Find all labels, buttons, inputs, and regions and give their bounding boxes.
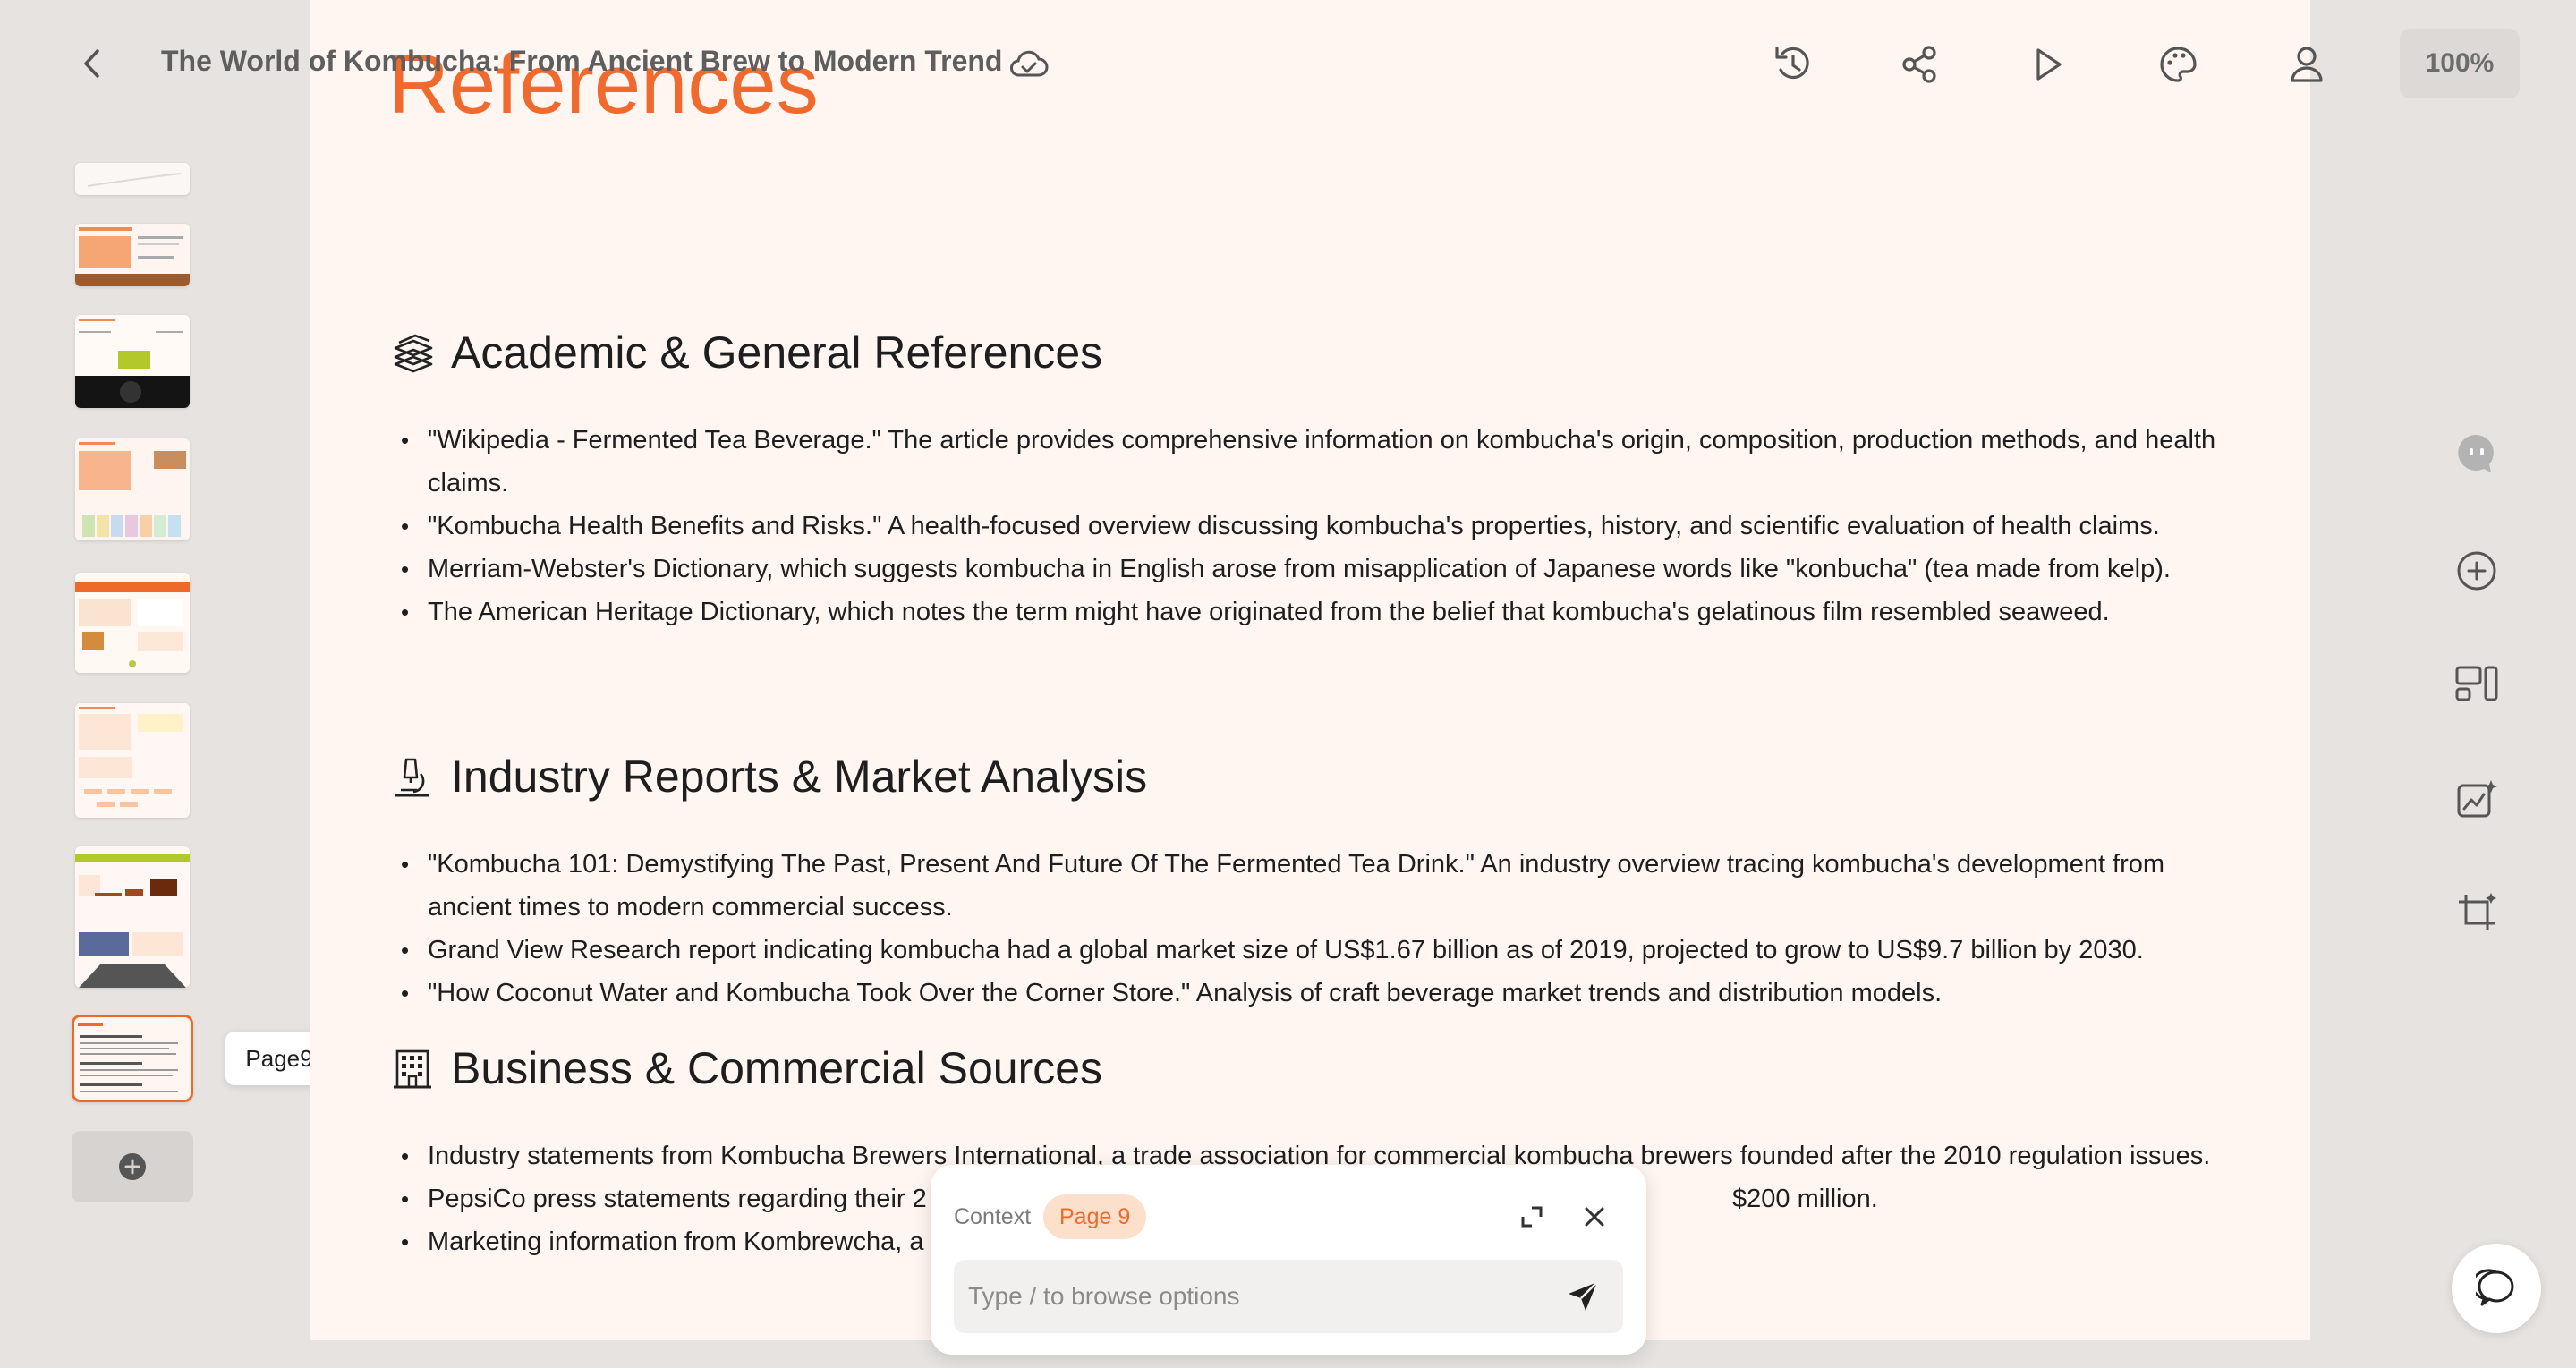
share-icon (1902, 46, 1936, 83)
back-button[interactable] (72, 43, 113, 84)
slide-thumbnail-page9[interactable] (72, 1015, 193, 1102)
section-heading: Industry Reports & Market Analysis (451, 752, 1148, 802)
slide-canvas[interactable]: References Academic & General References… (310, 0, 2310, 1340)
history-button[interactable] (1768, 39, 1818, 89)
document-title[interactable]: The World of Kombucha: From Ancient Brew… (161, 45, 1002, 78)
section-industry-reports[interactable]: Industry Reports & Market Analysis "Komb… (390, 750, 2251, 1015)
palette-icon (2160, 47, 2197, 82)
microscope-icon (390, 754, 435, 799)
context-page-chip[interactable]: Page 9 (1043, 1194, 1147, 1239)
section-academic-references[interactable]: Academic & General References "Wikipedia… (390, 326, 2251, 633)
reference-item: Merriam-Webster's Dictionary, which sugg… (390, 548, 2251, 591)
add-element-button[interactable] (2452, 546, 2502, 596)
slide-thumbnail-page4[interactable] (75, 315, 190, 408)
close-button[interactable] (1575, 1197, 1614, 1236)
reference-item: The American Heritage Dictionary, which … (390, 591, 2251, 633)
crop-button[interactable] (2452, 888, 2502, 938)
section-heading: Academic & General References (451, 327, 1103, 378)
plus-circle-icon (119, 1153, 146, 1180)
chat-input-wrapper (954, 1260, 1623, 1333)
user-icon (2291, 47, 2323, 82)
insert-chart-button[interactable] (2452, 775, 2502, 825)
context-chat-panel: Context Page 9 (931, 1165, 1646, 1355)
reference-item: "Kombucha Health Benefits and Risks." A … (390, 505, 2251, 548)
history-icon (1775, 47, 1809, 80)
send-icon (1569, 1281, 1598, 1311)
cloud-sync-icon[interactable] (1007, 45, 1050, 84)
slide-thumbnail-page8[interactable] (75, 846, 190, 988)
plus-circle-icon (2457, 551, 2496, 591)
expand-button[interactable] (1512, 1197, 1552, 1236)
theme-button[interactable] (2153, 39, 2203, 89)
reference-item: "How Coconut Water and Kombucha Took Ove… (390, 972, 2251, 1015)
reference-item: "Wikipedia - Fermented Tea Beverage." Th… (390, 419, 2251, 505)
chat-button[interactable] (2452, 1244, 2541, 1333)
chat-bubble-icon (2476, 1269, 2514, 1306)
reference-item: Grand View Research report indicating ko… (390, 929, 2251, 972)
slide-thumbnail-page6[interactable] (75, 573, 190, 673)
office-building-icon (390, 1046, 435, 1091)
ai-bot-icon (2458, 434, 2494, 472)
account-button[interactable] (2282, 39, 2332, 89)
play-button[interactable] (2022, 39, 2072, 89)
play-icon (2036, 48, 2062, 81)
context-label: Context (954, 1204, 1032, 1229)
chevron-left-icon (84, 49, 99, 78)
expand-icon (1521, 1206, 1543, 1228)
reference-item: "Kombucha 101: Demystifying The Past, Pr… (390, 843, 2251, 929)
section-heading: Business & Commercial Sources (451, 1043, 1103, 1093)
slide-thumbnail-page5[interactable] (75, 438, 190, 540)
slide-thumbnail-page2[interactable] (75, 163, 190, 195)
ai-assistant-button[interactable] (2452, 428, 2502, 478)
books-icon (390, 330, 435, 375)
slide-thumbnail-page7[interactable] (75, 703, 190, 818)
add-page-button[interactable] (72, 1131, 193, 1202)
chart-sparkle-icon (2457, 780, 2497, 818)
share-button[interactable] (1895, 39, 1945, 89)
crop-sparkle-icon (2459, 893, 2496, 930)
slide-thumbnail-page3[interactable] (75, 224, 190, 286)
send-button[interactable] (1562, 1276, 1603, 1317)
layout-button[interactable] (2452, 659, 2502, 709)
reference-item-tail: $200 million. (1732, 1185, 1878, 1213)
layout-icon (2455, 666, 2498, 701)
top-toolbar: The World of Kombucha: From Ancient Brew… (0, 0, 2576, 127)
close-icon (1585, 1207, 1604, 1227)
chat-input[interactable] (968, 1260, 1541, 1333)
reference-item-text: PepsiCo press statements regarding their… (428, 1185, 927, 1213)
zoom-level[interactable]: 100% (2400, 29, 2520, 98)
